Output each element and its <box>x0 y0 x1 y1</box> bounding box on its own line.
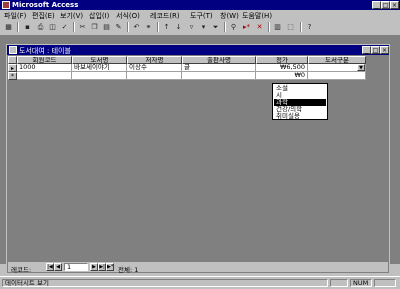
new-cell-member-code[interactable] <box>17 72 72 80</box>
toolbar: ▦ ▪ ⎙ ◫ ✓ ✂ ❐ ▤ ✎ ↶ ⚭ ↑ ↓ ▿ ▾ ⏷ ⚲ ▸* ✕ ▥… <box>0 20 400 36</box>
select-all-corner[interactable] <box>8 56 17 64</box>
save-icon[interactable]: ▪ <box>22 22 33 32</box>
toolbar-separator <box>300 22 302 32</box>
toolbar-separator <box>127 22 129 32</box>
maximize-icon[interactable]: □ <box>381 1 390 9</box>
find-icon[interactable]: ⚲ <box>228 22 239 32</box>
toolbar-separator <box>17 22 19 32</box>
undo-icon[interactable]: ↶ <box>131 22 142 32</box>
new-object-icon[interactable]: ⬚ <box>285 22 296 32</box>
last-record-icon[interactable]: ▶| <box>98 263 106 271</box>
copy-icon[interactable]: ❐ <box>89 22 100 32</box>
access-app-icon[interactable] <box>2 1 10 9</box>
minimize-icon[interactable]: _ <box>372 1 381 9</box>
format-painter-icon[interactable]: ✎ <box>113 22 124 32</box>
dropdown-arrow-icon[interactable]: ▼ <box>357 64 365 71</box>
record-selector-current[interactable]: ▸ <box>8 64 17 72</box>
insert-hyperlink-icon[interactable]: ⚭ <box>143 22 154 32</box>
cell-member-code[interactable]: 1000 <box>17 64 72 72</box>
sort-desc-icon[interactable]: ↓ <box>173 22 184 32</box>
status-text: 데이터시트 보기 <box>2 279 328 287</box>
filter-form-icon[interactable]: ▾ <box>198 22 209 32</box>
preview-icon[interactable]: ◫ <box>47 22 58 32</box>
print-icon[interactable]: ⎙ <box>35 22 46 32</box>
table-window: 도서대여 : 테이블 _ □ × 회원코드 도서명 저자명 출판사명 정가 도서… <box>6 44 390 274</box>
book-category-dropdown[interactable]: 소설 시 과학 건강/의학 취미실용 <box>272 83 328 120</box>
doc-minimize-icon[interactable]: _ <box>362 46 371 54</box>
record-total-label: 전체: 1 <box>118 266 139 274</box>
new-cell-author[interactable] <box>127 72 182 80</box>
next-record-icon[interactable]: ▶ <box>90 263 98 271</box>
delete-record-icon[interactable]: ✕ <box>254 22 265 32</box>
record-selector-new[interactable]: * <box>8 72 17 80</box>
status-bar: 데이터시트 보기 NUM <box>0 276 400 289</box>
new-record-nav-icon[interactable]: ▶* <box>106 263 114 271</box>
column-header-author[interactable]: 저자명 <box>127 56 182 64</box>
new-cell-book-title[interactable] <box>72 72 127 80</box>
datasheet: 회원코드 도서명 저자명 출판사명 정가 도서구분 ▸ 1000 바보세이야기 … <box>8 56 388 262</box>
view-icon[interactable]: ▦ <box>3 22 14 32</box>
cell-book-title[interactable]: 바보세이야기 <box>72 64 127 72</box>
apply-filter-icon[interactable]: ⏷ <box>210 22 221 32</box>
sort-asc-icon[interactable]: ↑ <box>161 22 172 32</box>
filter-selection-icon[interactable]: ▿ <box>186 22 197 32</box>
paste-icon[interactable]: ▤ <box>101 22 112 32</box>
record-nav-label: 레코드: <box>11 266 32 274</box>
menu-bar: 파일(F) 편집(E) 보기(V) 삽입(I) 서식(O) 레코드(R) 도구(… <box>0 10 400 20</box>
toolbar-separator <box>157 22 159 32</box>
doc-maximize-icon[interactable]: □ <box>371 46 380 54</box>
column-header-book-category[interactable]: 도서구분 <box>308 56 366 64</box>
app-title: Microsoft Access <box>12 1 79 9</box>
dropdown-option[interactable]: 취미실용 <box>274 113 326 120</box>
new-cell-price[interactable]: ₩0 <box>256 72 308 80</box>
status-panel <box>330 279 348 287</box>
close-icon[interactable]: × <box>390 1 399 9</box>
app-titlebar[interactable]: Microsoft Access _ □ × <box>0 0 400 10</box>
new-cell-publisher[interactable] <box>182 72 256 80</box>
column-header-book-title[interactable]: 도서명 <box>72 56 127 64</box>
status-num-indicator: NUM <box>350 279 372 287</box>
spell-icon[interactable]: ✓ <box>59 22 70 32</box>
table-icon[interactable] <box>9 46 17 54</box>
current-record-input[interactable]: 1 <box>64 263 88 271</box>
cut-icon[interactable]: ✂ <box>77 22 88 32</box>
doc-close-icon[interactable]: × <box>380 46 389 54</box>
new-record-icon[interactable]: ▸* <box>241 22 252 32</box>
previous-record-icon[interactable]: ◀ <box>54 263 62 271</box>
table-window-title: 도서대여 : 테이블 <box>19 47 71 55</box>
column-header-member-code[interactable]: 회원코드 <box>17 56 72 64</box>
toolbar-separator <box>73 22 75 32</box>
cell-publisher[interactable]: 글 <box>182 64 256 72</box>
first-record-icon[interactable]: |◀ <box>46 263 54 271</box>
help-icon[interactable]: ? <box>304 22 315 32</box>
database-window-icon[interactable]: ▥ <box>272 22 283 32</box>
column-header-publisher[interactable]: 출판사명 <box>182 56 256 64</box>
toolbar-separator <box>224 22 226 32</box>
new-cell-book-category[interactable] <box>308 72 366 80</box>
status-panel <box>374 279 396 287</box>
cell-price[interactable]: ₩6,500 <box>256 64 308 72</box>
record-navigation-bar: 레코드: |◀ ◀ 1 ▶ ▶| ▶* 전체: 1 <box>8 262 388 274</box>
table-window-titlebar[interactable]: 도서대여 : 테이블 _ □ × <box>7 45 389 55</box>
column-header-price[interactable]: 정가 <box>256 56 308 64</box>
cell-author[interactable]: 이상수 <box>127 64 182 72</box>
toolbar-separator <box>268 22 270 32</box>
